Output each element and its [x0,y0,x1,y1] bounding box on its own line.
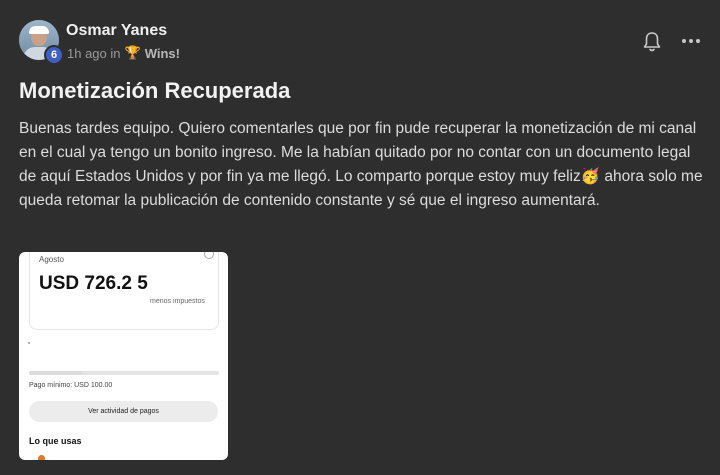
author-name[interactable]: Osmar Yanes [66,22,167,40]
category-link[interactable]: Wins! [145,46,180,61]
info-icon [204,252,214,259]
divider-dot [28,342,30,344]
tax-note: menos impuestos [150,298,205,305]
post-time: 1h ago in [67,45,121,61]
community-post: 6 Osmar Yanes 1h ago in 🏆 Wins! Monetiza… [0,0,720,475]
post-image[interactable]: Agosto USD 726.2 5 menos impuestos Pago … [19,252,228,460]
more-options-icon[interactable] [682,33,702,49]
trophy-icon: 🏆 [124,45,141,60]
earnings-amount: USD 726.2 5 [39,273,148,294]
post-meta: 1h ago in 🏆 Wins! [67,45,180,61]
payment-progress-fill [29,371,83,375]
earnings-month: Agosto [39,255,64,264]
earnings-card: Agosto USD 726.2 5 menos impuestos [29,252,219,330]
section-title: Lo que usas [29,436,82,446]
payment-progress-bar [29,371,219,375]
author-avatar[interactable]: 6 [19,20,64,65]
bell-icon[interactable] [642,31,662,53]
orange-dot-icon [38,455,45,460]
post-body: Buenas tardes equipo. Quiero comentarles… [19,120,703,209]
minimum-payment: Pago mínimo: USD 100.00 [29,382,113,389]
payment-activity-button: Ver actividad de pagos [29,401,218,422]
level-badge: 6 [44,45,64,65]
post-title: Monetización Recuperada [19,78,291,103]
